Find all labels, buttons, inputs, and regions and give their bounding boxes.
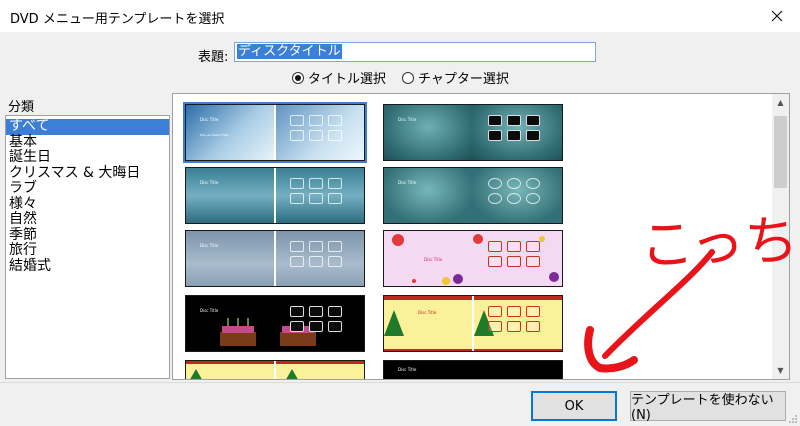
thumbnail-caption: Disc Title bbox=[200, 117, 219, 122]
template-thumbnail[interactable]: Disc Title bbox=[383, 167, 563, 224]
scrollbar-thumb[interactable] bbox=[774, 116, 787, 188]
gallery-scrollbar[interactable]: ▲ ▼ bbox=[772, 94, 789, 379]
category-item-christmas[interactable]: クリスマス & 大晦日 bbox=[6, 165, 169, 182]
template-thumbnail[interactable] bbox=[185, 360, 365, 379]
category-list[interactable]: すべて 基本 誕生日 クリスマス & 大晦日 ラブ 様々 自然 季節 旅行 結婚… bbox=[5, 115, 170, 379]
category-heading: 分類 bbox=[8, 100, 35, 115]
thumbnail-caption: Disc Title bbox=[200, 243, 219, 248]
no-template-button[interactable]: テンプレートを使わない(N) bbox=[630, 391, 786, 423]
template-thumbnail[interactable]: Disc Title bbox=[185, 295, 365, 352]
template-thumbnail[interactable]: Disc Title bbox=[383, 230, 563, 287]
christmas-tree-icon bbox=[384, 296, 472, 351]
close-button[interactable] bbox=[754, 0, 800, 32]
category-item-love[interactable]: ラブ bbox=[6, 180, 169, 197]
template-gallery[interactable]: Disc Title Play All Select Title Disc Ti… bbox=[172, 93, 790, 380]
radio-title-select-label: タイトル選択 bbox=[308, 72, 387, 87]
thumbnail-caption: Disc Title bbox=[398, 180, 417, 185]
title-field-label: 表題: bbox=[198, 50, 229, 65]
title-bar: DVD メニュー用テンプレートを選択 bbox=[0, 0, 800, 32]
category-item-season[interactable]: 季節 bbox=[6, 227, 169, 244]
christmas-tree-icon bbox=[186, 361, 274, 379]
category-item-nature[interactable]: 自然 bbox=[6, 211, 169, 228]
christmas-tree-icon bbox=[276, 361, 364, 379]
thumbnail-caption: Disc Title bbox=[398, 367, 417, 372]
template-thumbnail[interactable]: Disc Title bbox=[383, 295, 563, 352]
category-item-wedding[interactable]: 結婚式 bbox=[6, 258, 169, 275]
radio-chapter-select[interactable]: チャプター選択 bbox=[402, 68, 509, 87]
thumbnail-caption: Disc Title bbox=[424, 257, 443, 262]
menu-button-grid bbox=[488, 178, 540, 204]
menu-button-grid bbox=[488, 115, 540, 141]
menu-button-grid bbox=[290, 115, 342, 141]
category-item-all[interactable]: すべて bbox=[6, 118, 169, 135]
close-icon bbox=[771, 10, 783, 22]
menu-button-grid bbox=[290, 306, 342, 332]
category-item-basic[interactable]: 基本 bbox=[6, 134, 169, 151]
template-thumbnail[interactable]: Disc Title bbox=[383, 104, 563, 161]
title-input-value: ディスクタイトル bbox=[237, 44, 342, 59]
menu-button-grid bbox=[290, 178, 342, 204]
window-title: DVD メニュー用テンプレートを選択 bbox=[10, 12, 225, 27]
footer-separator bbox=[0, 382, 800, 383]
template-thumbnail[interactable]: Disc Title bbox=[383, 360, 563, 379]
radio-on-icon bbox=[292, 71, 304, 84]
menu-button-grid bbox=[290, 241, 342, 267]
scroll-down-arrow-icon[interactable]: ▼ bbox=[772, 362, 789, 379]
radio-title-select[interactable]: タイトル選択 bbox=[292, 68, 386, 87]
thumbnail-caption: Disc Title bbox=[398, 117, 417, 122]
radio-off-icon bbox=[402, 71, 414, 84]
ok-button[interactable]: OK bbox=[531, 391, 617, 421]
template-thumbnail[interactable]: Disc Title bbox=[185, 167, 365, 224]
category-item-travel[interactable]: 旅行 bbox=[6, 242, 169, 259]
thumbnail-caption: Disc Title bbox=[418, 310, 437, 315]
scroll-up-arrow-icon[interactable]: ▲ bbox=[772, 94, 789, 111]
menu-button-grid bbox=[488, 241, 540, 267]
menu-button-grid bbox=[488, 306, 540, 332]
thumbnail-caption: Disc Title bbox=[200, 180, 219, 185]
thumbnail-subcaption: Play All Select Title bbox=[200, 133, 229, 137]
title-input[interactable]: ディスクタイトル bbox=[234, 42, 596, 62]
category-item-birthday[interactable]: 誕生日 bbox=[6, 149, 169, 166]
category-item-various[interactable]: 様々 bbox=[6, 196, 169, 213]
template-thumbnail[interactable]: Disc Title bbox=[185, 230, 365, 287]
radio-chapter-select-label: チャプター選択 bbox=[418, 72, 509, 87]
template-thumbnail[interactable]: Disc Title Play All Select Title bbox=[183, 102, 367, 163]
birthday-cake-icon bbox=[220, 318, 256, 346]
resize-grip-icon[interactable] bbox=[788, 414, 798, 424]
